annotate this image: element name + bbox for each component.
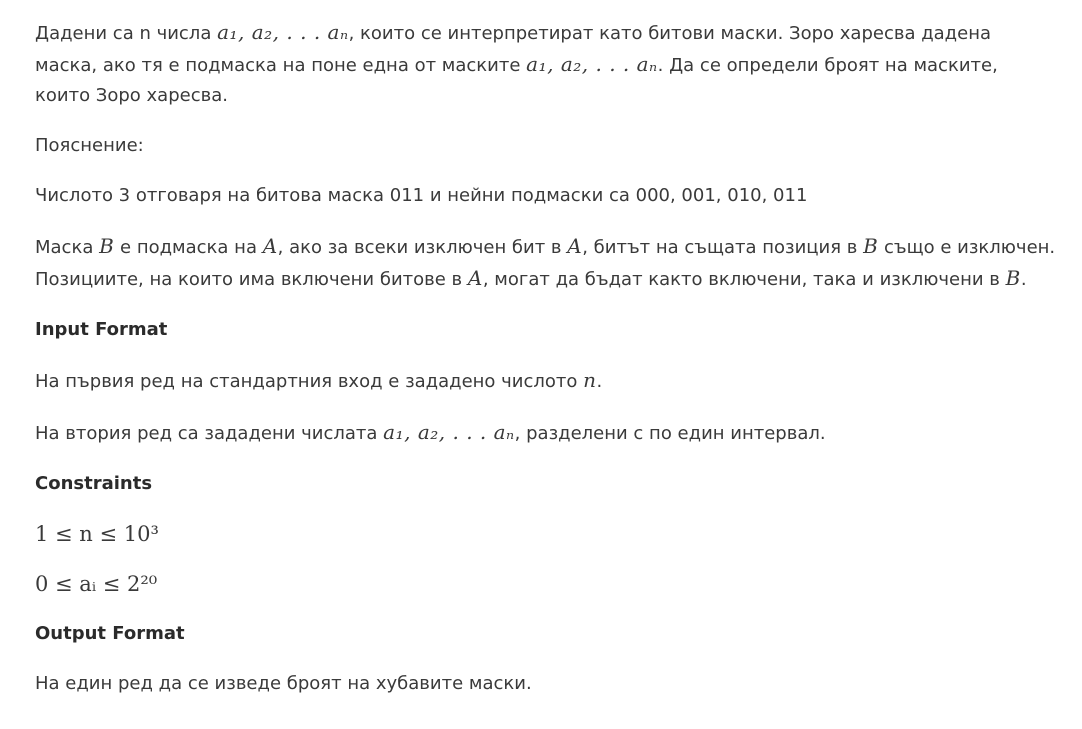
math-var-a: A [262, 234, 278, 258]
input-line-2: На втория ред са зададени числата a₁, a₂… [35, 417, 1058, 449]
input-text: На втория ред са зададени числата [35, 423, 384, 444]
definition-text: , ако за всеки изключен бит в [277, 237, 568, 258]
definition-text: Маска [35, 237, 100, 258]
math-var-b: B [1005, 266, 1021, 290]
example-text: Числото 3 отговаря на битова маска 011 и… [35, 185, 808, 206]
definition-text: , битът на същата позиция в [582, 237, 864, 258]
constraint-n: 1 ≤ n ≤ 10³ [35, 522, 159, 546]
statement-paragraph: Дадени са n числа a₁, a₂, . . . aₙ, коит… [35, 17, 1058, 111]
math-var-b: B [863, 234, 879, 258]
math-var-a: A [567, 234, 583, 258]
submask-definition: Маска B е подмаска на A, ако за всеки из… [35, 231, 1058, 295]
math-var-b: B [99, 234, 115, 258]
problem-statement: Дадени са n числа a₁, a₂, . . . aₙ, коит… [0, 0, 1082, 699]
definition-text: е подмаска на [114, 237, 263, 258]
definition-text: . [1020, 269, 1027, 290]
input-text: . [596, 371, 603, 392]
output-format-heading: Output Format [35, 623, 185, 644]
input-line-1: На първия ред на стандартния вход е зада… [35, 365, 1058, 397]
constraints-heading: Constraints [35, 473, 153, 494]
math-sequence: a₁, a₂, . . . aₙ [526, 52, 658, 76]
statement-text: Дадени са n числа [35, 23, 218, 44]
math-var-a: A [467, 266, 483, 290]
output-line: На един ред да се изведе броят на хубави… [35, 673, 532, 694]
constraint-a: 0 ≤ aᵢ ≤ 2²⁰ [35, 572, 158, 596]
math-sequence: a₁, a₂, . . . aₙ [217, 20, 349, 44]
definition-text: , могат да бъдат както включени, така и … [482, 269, 1006, 290]
math-var-n: n [583, 368, 597, 392]
input-text: , разделени с по един интервал. [514, 423, 826, 444]
explanation-label: Пояснение: [35, 135, 144, 156]
input-format-heading: Input Format [35, 319, 168, 340]
input-text: На първия ред на стандартния вход е зада… [35, 371, 584, 392]
math-sequence: a₁, a₂, . . . aₙ [383, 420, 515, 444]
